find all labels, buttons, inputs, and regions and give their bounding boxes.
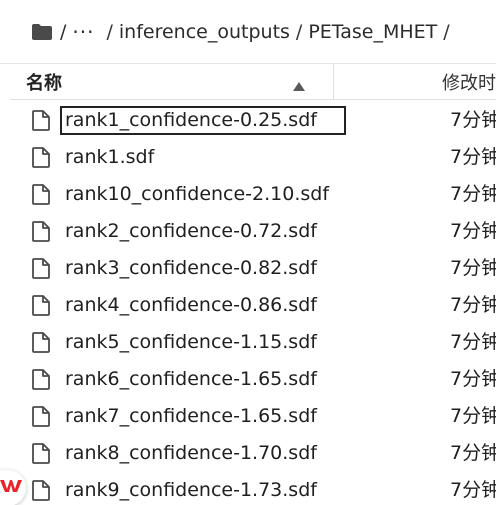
- file-row[interactable]: rank10_confidence-2.10.sdf 7分钟: [10, 176, 496, 213]
- breadcrumb-segment-petase-mhet[interactable]: PETase_MHET: [308, 21, 437, 43]
- file-icon: [32, 258, 50, 279]
- file-modified: 7分钟: [450, 109, 496, 131]
- file-modified: 7分钟: [450, 183, 496, 205]
- file-name: rank9_confidence-1.73.sdf: [65, 479, 317, 501]
- file-row[interactable]: rank5_confidence-1.15.sdf 7分钟: [10, 324, 496, 361]
- file-row[interactable]: rank2_confidence-0.72.sdf 7分钟: [10, 213, 496, 250]
- breadcrumb-root[interactable]: /: [60, 21, 66, 43]
- file-name: rank7_confidence-1.65.sdf: [65, 405, 317, 427]
- file-icon: [32, 147, 50, 168]
- file-icon: [32, 332, 50, 353]
- file-row[interactable]: rank7_confidence-1.65.sdf 7分钟: [10, 398, 496, 435]
- file-icon: [32, 406, 50, 427]
- file-modified: 7分钟: [450, 442, 496, 464]
- file-modified: 7分钟: [450, 146, 496, 168]
- file-row[interactable]: rank6_confidence-1.65.sdf 7分钟: [10, 361, 496, 398]
- file-browser: / ··· / inference_outputs / PETase_MHET …: [0, 0, 496, 505]
- file-modified: 7分钟: [450, 368, 496, 390]
- sort-ascending-icon[interactable]: [293, 76, 305, 91]
- breadcrumb-separator: /: [295, 20, 303, 43]
- file-icon: [32, 110, 50, 131]
- breadcrumb-trailing-separator: /: [443, 20, 450, 43]
- file-name: rank1_confidence-0.25.sdf: [60, 106, 346, 135]
- column-header-name-label: 名称: [26, 72, 62, 94]
- file-name: rank3_confidence-0.82.sdf: [65, 257, 317, 279]
- breadcrumb: / ··· / inference_outputs / PETase_MHET …: [0, 0, 496, 64]
- file-name: rank2_confidence-0.72.sdf: [65, 220, 317, 242]
- file-modified: 7分钟: [450, 220, 496, 242]
- file-name: rank8_confidence-1.70.sdf: [65, 442, 317, 464]
- file-icon: [32, 443, 50, 464]
- file-row[interactable]: rank1_confidence-0.25.sdf 7分钟: [10, 102, 496, 139]
- breadcrumb-separator: /: [106, 20, 113, 43]
- column-header-modified-label: 修改时: [442, 72, 496, 94]
- file-modified: 7分钟: [450, 331, 496, 353]
- folder-icon[interactable]: [32, 23, 52, 40]
- file-row[interactable]: rank1.sdf 7分钟: [10, 139, 496, 176]
- file-name: rank6_confidence-1.65.sdf: [65, 368, 317, 390]
- file-icon: [32, 480, 50, 501]
- file-modified: 7分钟: [450, 479, 496, 501]
- file-icon: [32, 184, 50, 205]
- file-icon: [32, 295, 50, 316]
- breadcrumb-segment-inference-outputs[interactable]: inference_outputs: [119, 21, 290, 43]
- file-name: rank10_confidence-2.10.sdf: [65, 183, 330, 205]
- file-row[interactable]: rank9_confidence-1.73.sdf 7分钟: [10, 472, 496, 505]
- file-modified: 7分钟: [450, 405, 496, 427]
- file-list: rank1_confidence-0.25.sdf 7分钟 rank1.sdf …: [10, 102, 496, 505]
- file-row[interactable]: rank3_confidence-0.82.sdf 7分钟: [10, 250, 496, 287]
- red-logo-icon: [0, 478, 22, 498]
- file-icon: [32, 221, 50, 242]
- breadcrumb-ellipsis[interactable]: ···: [72, 20, 94, 44]
- file-modified: 7分钟: [450, 294, 496, 316]
- column-header-modified[interactable]: 修改时: [442, 64, 496, 99]
- file-name: rank4_confidence-0.86.sdf: [65, 294, 317, 316]
- file-name: rank5_confidence-1.15.sdf: [65, 331, 317, 353]
- file-modified: 7分钟: [450, 257, 496, 279]
- file-row[interactable]: rank4_confidence-0.86.sdf 7分钟: [10, 287, 496, 324]
- file-icon: [32, 369, 50, 390]
- file-name: rank1.sdf: [65, 146, 155, 168]
- column-header: 名称 修改时: [10, 64, 496, 100]
- column-header-name[interactable]: 名称: [10, 64, 334, 99]
- file-row[interactable]: rank8_confidence-1.70.sdf 7分钟: [10, 435, 496, 472]
